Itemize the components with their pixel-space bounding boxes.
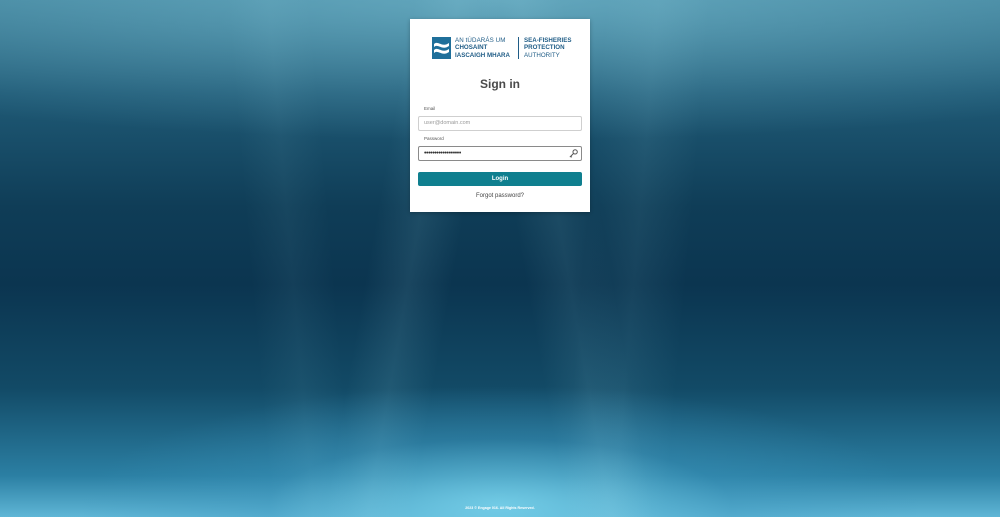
email-placeholder: user@domain.com [424, 120, 471, 126]
password-field[interactable]: •••••••••••••••••• [418, 146, 582, 161]
logo-english-line1: SEA-FISHERIES [524, 37, 572, 44]
authority-logo: AN tÚDARÁS UM CHOSAINT IASCAIGH MHARA SE… [432, 37, 572, 61]
logo-divider [518, 37, 519, 59]
logo-english-line2: PROTECTION [524, 44, 565, 52]
wave-logo-icon [432, 37, 451, 59]
key-icon[interactable] [569, 149, 578, 158]
password-label: Password [424, 136, 444, 141]
logo-irish-line1: AN tÚDARÁS UM [455, 37, 506, 44]
logo-irish-line2: CHOSAINT [455, 44, 488, 52]
login-card: AN tÚDARÁS UM CHOSAINT IASCAIGH MHARA SE… [410, 19, 590, 212]
forgot-password-link[interactable]: Forgot password? [410, 193, 590, 199]
footer-copyright: 2023 © Engage 016. All Rights Reserved. [465, 506, 535, 510]
logo-english-line3: AUTHORITY [524, 51, 560, 59]
logo-irish-text: AN tÚDARÁS UM CHOSAINT IASCAIGH MHARA [455, 37, 510, 59]
email-field[interactable]: user@domain.com [418, 116, 582, 131]
logo-english-text: SEA-FISHERIES PROTECTION AUTHORITY [524, 37, 571, 59]
page-title: Sign in [480, 77, 520, 91]
password-value: •••••••••••••••••• [424, 150, 461, 157]
logo-irish-line3: IASCAIGH MHARA [455, 51, 510, 59]
email-label: Email [424, 106, 436, 111]
login-button[interactable]: Login [418, 172, 582, 186]
